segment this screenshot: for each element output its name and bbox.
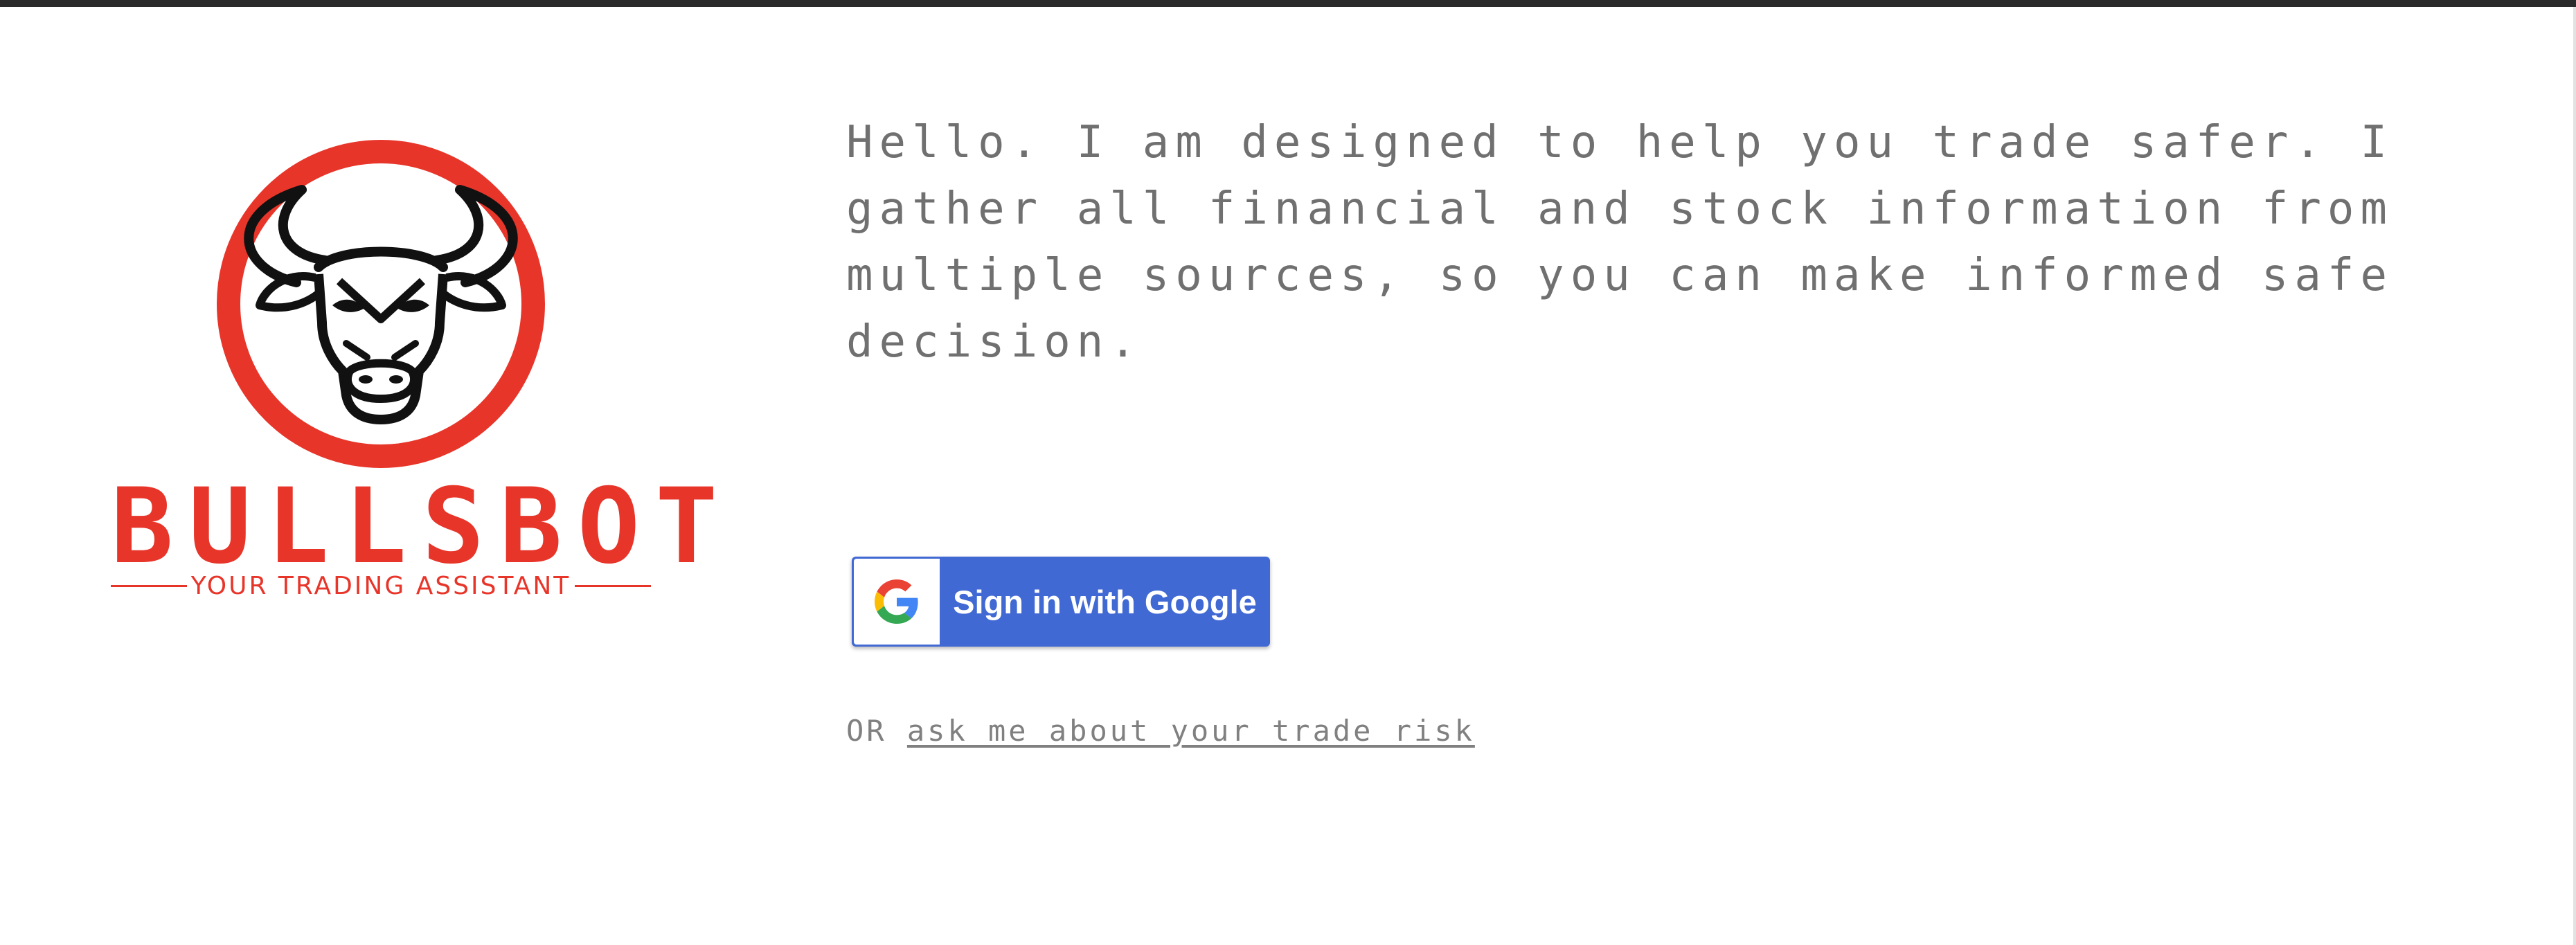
google-g-icon [875, 579, 918, 624]
tagline-divider-left [111, 584, 187, 587]
google-sign-in-button[interactable]: Sign in with Google [852, 557, 1270, 647]
brand-tagline: YOUR TRADING ASSISTANT [190, 571, 571, 600]
ask-trade-risk-link[interactable]: ask me about your trade risk [907, 714, 1475, 748]
tagline-divider-right [574, 584, 651, 587]
or-label: OR [846, 714, 887, 748]
tagline-row: YOUR TRADING ASSISTANT [111, 570, 651, 601]
google-sign-in-label: Sign in with Google [953, 583, 1257, 620]
google-logo-box [854, 559, 940, 645]
bull-head-icon [217, 140, 545, 468]
brand-name: BULLSBOT [111, 467, 733, 587]
window-top-bar [0, 0, 2576, 7]
bullsbot-logo: BULLSBOT YOUR TRADING ASSISTANT [111, 136, 733, 606]
alternative-row: OR ask me about your trade risk [846, 710, 1475, 752]
scrollbar-track[interactable] [2573, 7, 2576, 945]
intro-text: Hello. I am designed to help you trade s… [846, 117, 2393, 368]
